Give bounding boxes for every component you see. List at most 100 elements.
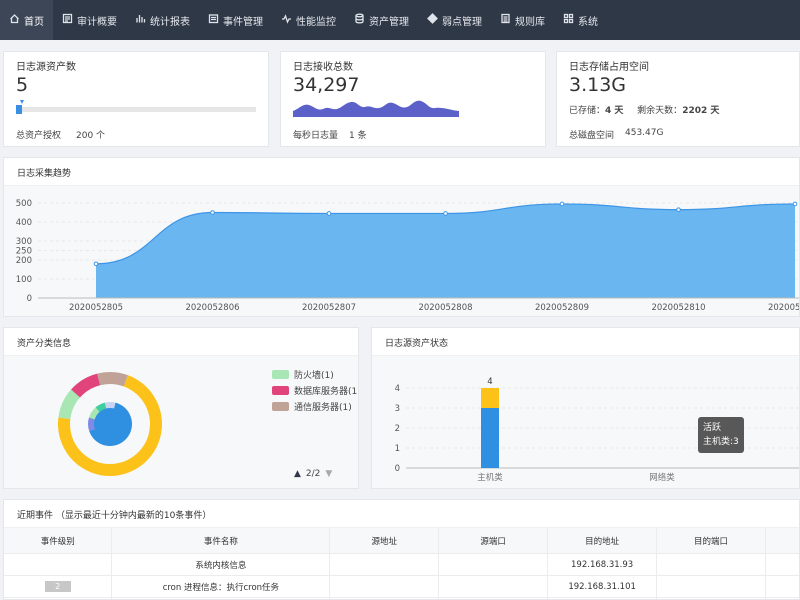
per-second-value: 1 条 [349, 131, 367, 141]
cell-extra [765, 575, 799, 598]
section-title: 日志源资产状态 [385, 339, 449, 349]
trend-ytick: 500 [16, 199, 32, 209]
level-badge [45, 558, 71, 569]
stored-value: 4 天 [605, 106, 624, 116]
card-log-trend: 日志采集趋势 0 100 200 250 300 400 500 2020052805 2020… [3, 157, 800, 317]
trend-point[interactable] [676, 207, 681, 212]
received-total: 34,297 [293, 74, 360, 96]
trend-point[interactable] [210, 210, 215, 215]
legend-swatch [272, 402, 289, 411]
stored-days: 已存储：4 天 剩余天数：2202 天 [569, 103, 719, 116]
bar-xtick: 主机类 [477, 472, 503, 483]
trend-ytick: 100 [16, 275, 32, 285]
events-table: 事件级别 事件名称 源地址 源端口 目的地址 目的端口 系统内核信息 192.168.31.9… [4, 528, 799, 599]
nav-item-label: 弱点管理 [442, 16, 482, 28]
nav-item-4[interactable]: 性能监控 [272, 0, 345, 40]
card-recent-events: 近期事件 （显示最近十分钟内最新的10条事件） 事件级别 事件名称 源地址 源端口 目的… [3, 499, 800, 600]
trend-xtick: 2020052807 [302, 303, 356, 313]
legend-item[interactable]: 防火墙(1) [272, 368, 334, 381]
trend-point[interactable] [559, 201, 565, 207]
bar-ytick: 0 [395, 464, 400, 474]
per-second-label: 每秒日志量 [293, 131, 339, 141]
trend-xtick: 2020052810 [651, 303, 705, 313]
section-title: 近期事件 （显示最近十分钟内最新的10条事件） [17, 511, 212, 521]
cell-name: 系统内核信息 [111, 553, 331, 576]
pager-text: 2/2 [305, 469, 321, 479]
column-header[interactable]: 事件级别 [4, 528, 113, 554]
trend-point[interactable] [792, 201, 798, 207]
legend-label: 通信服务器(1) [294, 403, 352, 413]
event-icon [208, 13, 219, 27]
nav-item-8[interactable]: 系统 [554, 0, 607, 40]
card-log-received: 日志接收总数 34,297 每秒日志量 1 条 [280, 51, 546, 147]
nav-item-3[interactable]: 事件管理 [199, 0, 272, 40]
trend-xtick: 2020052809 [535, 303, 589, 313]
asset-count: 5 [16, 74, 29, 96]
legend-item[interactable]: 数据库服务器(1) [272, 384, 358, 397]
diamond-icon [427, 13, 438, 27]
card-log-source-assets: 日志源资产数 5 总资产授权 200 个 [3, 51, 269, 147]
section-title: 资产分类信息 [17, 339, 72, 349]
table-row[interactable]: 系统内核信息 192.168.31.93 [4, 553, 799, 576]
trend-point[interactable] [93, 261, 99, 267]
cell-sport [438, 553, 549, 576]
trend-xtick: 2020052808 [418, 303, 472, 313]
nav-item-6[interactable]: 弱点管理 [418, 0, 491, 40]
nav-item-0[interactable]: 首页 [0, 0, 53, 40]
cell-src [329, 553, 440, 576]
bar-chart-icon [135, 13, 146, 27]
column-header[interactable]: 源地址 [329, 528, 440, 554]
table-header-row: 事件级别 事件名称 源地址 源端口 目的地址 目的端口 [4, 528, 799, 554]
section-header: 日志源资产状态 [372, 328, 799, 356]
tooltip-title: 活跃 [703, 423, 722, 433]
cell-sport [438, 575, 549, 598]
cell-dst: 192.168.31.93 [547, 553, 658, 576]
card-asset-status: 日志源资产状态 0 1 2 3 4 4 主机类 网络类 活跃 主机类:3 [371, 327, 800, 489]
column-header[interactable]: 事件名称 [111, 528, 331, 554]
bar-ytick: 4 [395, 384, 400, 394]
trend-point[interactable] [326, 211, 332, 216]
pager-prev-button[interactable]: ▲ [294, 469, 301, 479]
trend-xtick: 2020052806 [185, 303, 239, 313]
column-header[interactable]: 目的地址 [547, 528, 658, 554]
column-header[interactable]: 目的端口 [656, 528, 767, 554]
nav-item-7[interactable]: 规则库 [491, 0, 554, 40]
nav-item-label: 统计报表 [150, 16, 190, 28]
disk-total-value: 453.47G [625, 128, 664, 138]
total-assets-label: 总资产授权 [16, 131, 62, 141]
cell-dst: 192.168.31.101 [547, 575, 658, 598]
nav-item-5[interactable]: 资产管理 [345, 0, 418, 40]
bar-total-label: 4 [487, 377, 492, 387]
storage-used: 3.13G [569, 74, 627, 96]
bar-ytick: 1 [395, 444, 400, 454]
bar-segment[interactable] [481, 408, 499, 468]
stored-label: 已存储： [569, 106, 606, 116]
trend-ytick: 250 [16, 247, 32, 257]
legend-item[interactable]: 通信服务器(1) [272, 400, 352, 413]
card-log-storage: 日志存储占用空间 3.13G 已存储：4 天 剩余天数：2202 天 总磁盘空间… [556, 51, 800, 147]
trend-chart: 0 100 200250300 400 500 2020052805 2020052806 2… [16, 199, 799, 313]
table-row[interactable]: 2 cron 进程信息：执行cron任务 192.168.31.101 [4, 575, 799, 598]
bar-segment[interactable] [481, 388, 499, 408]
asset-progress-fill [16, 105, 22, 114]
card-asset-category: 资产分类信息 防火墙(1) 数据库服务器(1) 通信服务器(1) ▲ 2/2 ▼ [3, 327, 359, 489]
grid-icon [563, 13, 574, 27]
rules-icon [500, 13, 511, 27]
trend-xtick: 2020052805 [69, 303, 123, 313]
column-header[interactable]: 源端口 [438, 528, 549, 554]
donut-slice[interactable] [97, 372, 128, 387]
section-title: 日志采集趋势 [17, 169, 72, 179]
pager-next-button[interactable]: ▼ [325, 469, 332, 479]
trend-ytick: 200 [16, 256, 32, 266]
nav-item-label: 事件管理 [223, 16, 263, 28]
nav-item-2[interactable]: 统计报表 [126, 0, 199, 40]
nav-item-label: 系统 [578, 16, 598, 28]
nav-item-1[interactable]: 审计概要 [53, 0, 126, 40]
nav-item-label: 首页 [24, 16, 44, 28]
total-assets-value: 200 个 [76, 131, 106, 141]
cell-extra [765, 553, 799, 576]
trend-point[interactable] [443, 211, 448, 216]
section-header: 日志采集趋势 [4, 158, 799, 186]
nav-item-label: 规则库 [515, 16, 545, 28]
home-icon [9, 13, 20, 27]
